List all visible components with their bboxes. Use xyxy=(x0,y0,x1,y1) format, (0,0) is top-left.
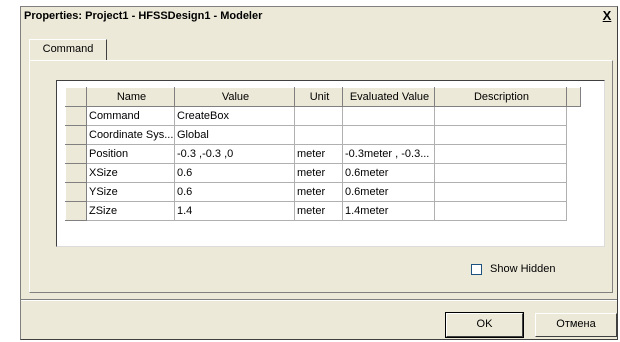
column-header-description[interactable]: Description xyxy=(434,87,567,107)
table-row[interactable]: Position -0.3 ,-0.3 ,0 meter -0.3meter ,… xyxy=(65,144,581,164)
cell-name[interactable]: Coordinate Sys... xyxy=(86,125,175,145)
row-filler xyxy=(566,125,581,145)
dialog-title: Properties: Project1 - HFSSDesign1 - Mod… xyxy=(24,10,263,22)
properties-dialog: Properties: Project1 - HFSSDesign1 - Mod… xyxy=(20,6,618,340)
cell-value[interactable]: 1.4 xyxy=(174,201,295,221)
cell-evaluated[interactable]: 0.6meter xyxy=(342,163,435,183)
cell-unit[interactable]: meter xyxy=(294,144,343,164)
table-row[interactable]: Command CreateBox xyxy=(65,106,581,126)
row-filler xyxy=(566,106,581,126)
cell-value[interactable]: -0.3 ,-0.3 ,0 xyxy=(174,144,295,164)
cell-unit[interactable]: meter xyxy=(294,163,343,183)
cell-name[interactable]: Position xyxy=(86,144,175,164)
show-hidden-label: Show Hidden xyxy=(490,263,556,275)
table-row[interactable]: ZSize 1.4 meter 1.4meter xyxy=(65,201,581,221)
cell-description[interactable] xyxy=(434,201,567,221)
row-filler xyxy=(566,163,581,183)
cell-value[interactable]: Global xyxy=(174,125,295,145)
row-header[interactable] xyxy=(65,106,87,126)
cell-value[interactable]: 0.6 xyxy=(174,163,295,183)
tab-command[interactable]: Command xyxy=(29,39,107,61)
row-header[interactable] xyxy=(65,182,87,202)
properties-table: Name Value Unit Evaluated Value Descript… xyxy=(65,87,581,221)
cancel-button[interactable]: Отмена xyxy=(535,313,617,337)
cell-unit[interactable]: meter xyxy=(294,182,343,202)
row-header-corner xyxy=(65,87,87,107)
table-row[interactable]: XSize 0.6 meter 0.6meter xyxy=(65,163,581,183)
cell-description[interactable] xyxy=(434,106,567,126)
cell-description[interactable] xyxy=(434,163,567,183)
row-header[interactable] xyxy=(65,125,87,145)
header-filler xyxy=(566,87,581,107)
cell-evaluated[interactable] xyxy=(342,106,435,126)
cell-unit[interactable] xyxy=(294,125,343,145)
cell-description[interactable] xyxy=(434,182,567,202)
close-icon[interactable]: X xyxy=(601,9,613,23)
cell-name[interactable]: Command xyxy=(86,106,175,126)
button-separator xyxy=(21,299,617,301)
cell-evaluated[interactable]: 0.6meter xyxy=(342,182,435,202)
column-header-evaluated-value[interactable]: Evaluated Value xyxy=(342,87,435,107)
properties-grid: Name Value Unit Evaluated Value Descript… xyxy=(56,80,605,247)
row-filler xyxy=(566,182,581,202)
header-row: Name Value Unit Evaluated Value Descript… xyxy=(65,87,581,107)
cell-name[interactable]: YSize xyxy=(86,182,175,202)
row-filler xyxy=(566,144,581,164)
cell-evaluated[interactable] xyxy=(342,125,435,145)
row-filler xyxy=(566,201,581,221)
cell-value[interactable]: 0.6 xyxy=(174,182,295,202)
row-header[interactable] xyxy=(65,201,87,221)
column-header-unit[interactable]: Unit xyxy=(294,87,343,107)
column-header-name[interactable]: Name xyxy=(86,87,175,107)
show-hidden-checkbox[interactable] xyxy=(471,264,482,275)
cell-description[interactable] xyxy=(434,125,567,145)
row-header[interactable] xyxy=(65,144,87,164)
cell-name[interactable]: ZSize xyxy=(86,201,175,221)
cell-evaluated[interactable]: 1.4meter xyxy=(342,201,435,221)
cell-name[interactable]: XSize xyxy=(86,163,175,183)
cell-description[interactable] xyxy=(434,144,567,164)
cell-unit[interactable] xyxy=(294,106,343,126)
table-row[interactable]: YSize 0.6 meter 0.6meter xyxy=(65,182,581,202)
cell-value[interactable]: CreateBox xyxy=(174,106,295,126)
table-row[interactable]: Coordinate Sys... Global xyxy=(65,125,581,145)
row-header[interactable] xyxy=(65,163,87,183)
title-bar[interactable]: Properties: Project1 - HFSSDesign1 - Mod… xyxy=(21,7,617,27)
column-header-value[interactable]: Value xyxy=(174,87,295,107)
cell-evaluated[interactable]: -0.3meter , -0.3... xyxy=(342,144,435,164)
ok-button[interactable]: OK xyxy=(445,312,524,338)
cell-unit[interactable]: meter xyxy=(294,201,343,221)
